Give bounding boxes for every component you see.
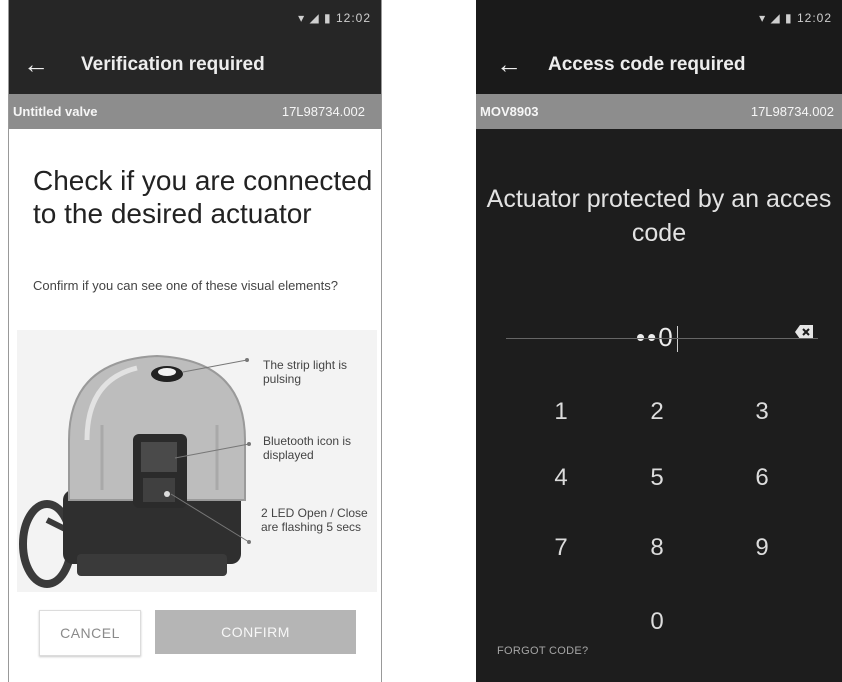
key-6[interactable]: 6 (732, 458, 792, 498)
forgot-code-link[interactable]: FORGOT CODE? (497, 645, 588, 657)
key-7[interactable]: 7 (531, 528, 591, 568)
key-2[interactable]: 2 (627, 392, 687, 432)
callout-led-flashing: 2 LED Open / Close are flashing 5 secs (261, 506, 368, 534)
key-1[interactable]: 1 (531, 392, 591, 432)
device-bar: Untitled valve 17L98734.002 (9, 94, 381, 129)
status-icons: ▾ ◢ ▮ 12:02 (298, 11, 371, 25)
page-title: Verification required (81, 54, 265, 75)
device-name: Untitled valve (13, 104, 98, 119)
key-4[interactable]: 4 (531, 458, 591, 498)
callout-strip-light: The strip light is pulsing (263, 358, 348, 386)
back-arrow-icon[interactable]: ← (496, 51, 522, 77)
verification-prompt: Confirm if you can see one of these visu… (33, 278, 338, 293)
verification-screen: ▾ ◢ ▮ 12:02 ← Verification required Unti… (8, 0, 382, 682)
status-time: 12:02 (335, 11, 371, 25)
device-id: 17L98734.002 (750, 104, 834, 119)
device-bar: MOV8903 17L98734.002 (476, 94, 842, 129)
confirm-button[interactable]: CONFIRM (155, 610, 356, 654)
app-bar: ← Verification required (9, 36, 381, 94)
verification-heading: Check if you are connected to the desire… (33, 165, 373, 229)
device-name: MOV8903 (480, 104, 539, 119)
pin-last-digit: 0 (658, 322, 675, 352)
key-8[interactable]: 8 (627, 528, 687, 568)
cancel-button[interactable]: CANCEL (39, 610, 141, 656)
access-code-heading: Actuator protected by an acces code (486, 185, 832, 247)
status-bar: ▾ ◢ ▮ 12:02 (9, 0, 381, 36)
actuator-illustration: The strip light is pulsing Bluetooth ico… (17, 330, 377, 592)
pin-underline (506, 338, 818, 339)
key-0[interactable]: 0 (627, 602, 687, 642)
text-cursor (676, 326, 678, 353)
status-time: 12:02 (796, 11, 832, 25)
app-bar: ← Access code required (476, 36, 842, 94)
key-5[interactable]: 5 (627, 458, 687, 498)
callout-bluetooth-icon: Bluetooth icon is displayed (263, 434, 352, 462)
page-title: Access code required (548, 54, 746, 75)
key-3[interactable]: 3 (732, 392, 792, 432)
access-code-screen: ▾ ◢ ▮ 12:02 ← Access code required MOV89… (476, 0, 842, 682)
key-9[interactable]: 9 (732, 528, 792, 568)
back-arrow-icon[interactable]: ← (23, 51, 49, 77)
status-bar: ▾ ◢ ▮ 12:02 (476, 0, 842, 36)
pin-masked-digits: •• (636, 322, 659, 352)
status-icons: ▾ ◢ ▮ 12:02 (759, 11, 832, 25)
device-id: 17L98734.002 (281, 104, 365, 119)
